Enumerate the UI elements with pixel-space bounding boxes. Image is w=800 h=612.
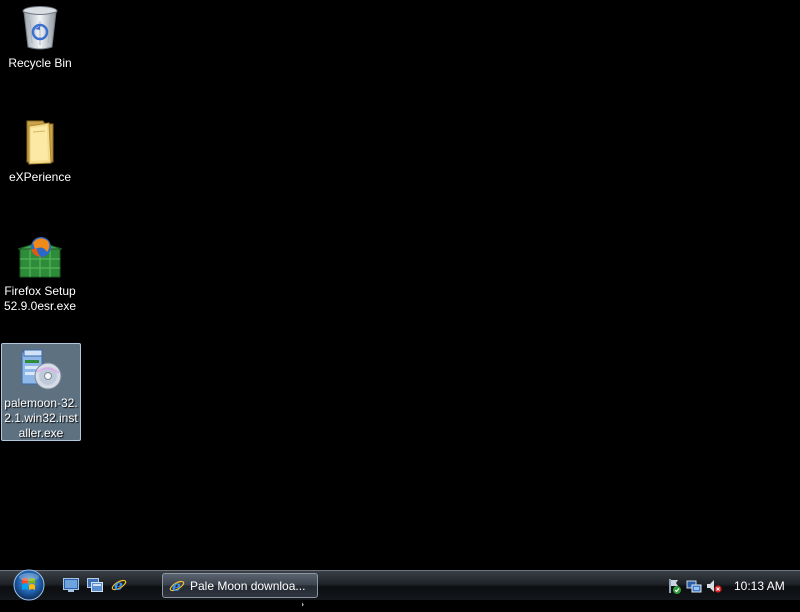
folder-icon bbox=[16, 118, 64, 166]
recycle-bin-icon bbox=[16, 4, 64, 52]
show-desktop-icon[interactable] bbox=[62, 576, 80, 594]
mouse-cursor-icon bbox=[301, 594, 310, 612]
network-security-icon[interactable] bbox=[666, 578, 682, 594]
desktop[interactable]: Recycle Bin eXPerience Firefox Setup 52.… bbox=[0, 0, 800, 570]
switch-windows-icon[interactable] bbox=[86, 576, 104, 594]
desktop-icon-palemoon-installer[interactable]: palemoon-32. 2.1.win32.inst aller.exe bbox=[1, 343, 81, 441]
volume-muted-icon[interactable] bbox=[706, 578, 722, 594]
desktop-icon-label: eXPerience bbox=[8, 170, 72, 184]
notification-area: 10:13 AM bbox=[660, 571, 800, 600]
taskbar: e e Pale Moon downloa... 10:13 AM bbox=[0, 568, 800, 602]
desktop-icon-recycle-bin[interactable]: Recycle Bin bbox=[0, 2, 80, 71]
firefox-installer-icon bbox=[16, 232, 64, 280]
internet-explorer-icon[interactable]: e bbox=[110, 576, 128, 594]
network-icon[interactable] bbox=[686, 578, 702, 594]
clock[interactable]: 10:13 AM bbox=[734, 579, 785, 593]
quick-launch-bar: e bbox=[62, 576, 128, 594]
desktop-icon-firefox-setup[interactable]: Firefox Setup 52.9.0esr.exe bbox=[0, 230, 80, 314]
desktop-icon-label: Recycle Bin bbox=[8, 56, 72, 70]
desktop-icon-label: Firefox Setup 52.9.0esr.exe bbox=[3, 284, 77, 313]
start-button[interactable] bbox=[8, 568, 50, 602]
internet-explorer-icon: e bbox=[169, 578, 185, 594]
svg-text:e: e bbox=[114, 578, 123, 593]
taskbar-button-pale-moon[interactable]: e Pale Moon downloa... bbox=[162, 573, 318, 598]
desktop-icon-label: palemoon-32. 2.1.win32.inst aller.exe bbox=[4, 396, 78, 440]
windows-orb-icon bbox=[13, 569, 45, 601]
taskbar-button-label: Pale Moon downloa... bbox=[190, 578, 306, 593]
installer-disc-icon bbox=[17, 346, 65, 392]
desktop-icon-experience-folder[interactable]: eXPerience bbox=[0, 116, 80, 185]
svg-text:e: e bbox=[172, 579, 181, 594]
